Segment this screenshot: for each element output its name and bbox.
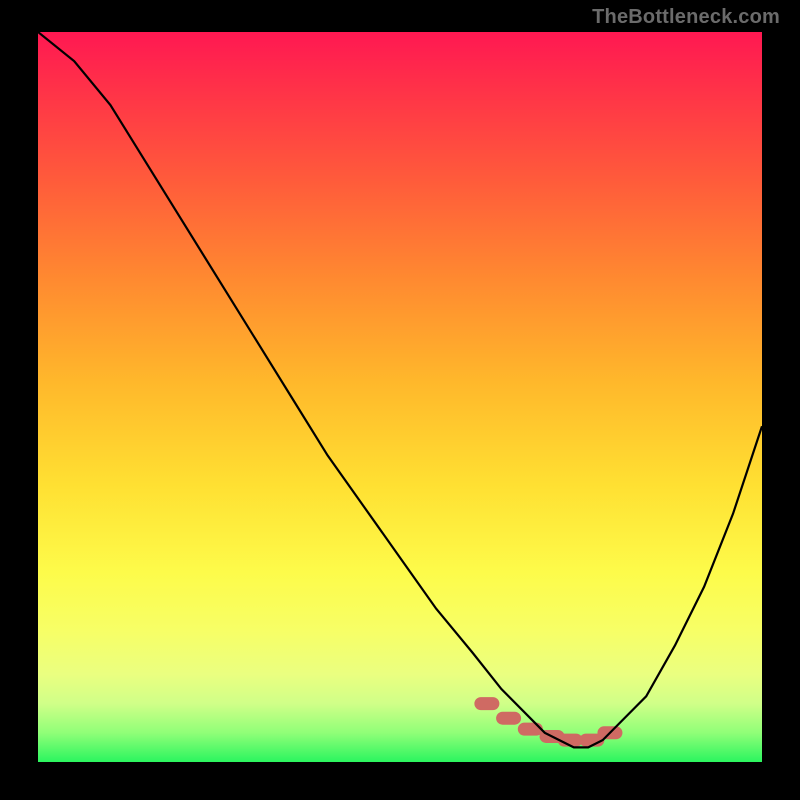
marker-blobs (475, 698, 622, 747)
bottleneck-curve (38, 32, 762, 747)
chart-svg (38, 32, 762, 762)
plot-area (38, 32, 762, 762)
chart-container: TheBottleneck.com (0, 0, 800, 800)
attribution-text: TheBottleneck.com (592, 6, 780, 29)
